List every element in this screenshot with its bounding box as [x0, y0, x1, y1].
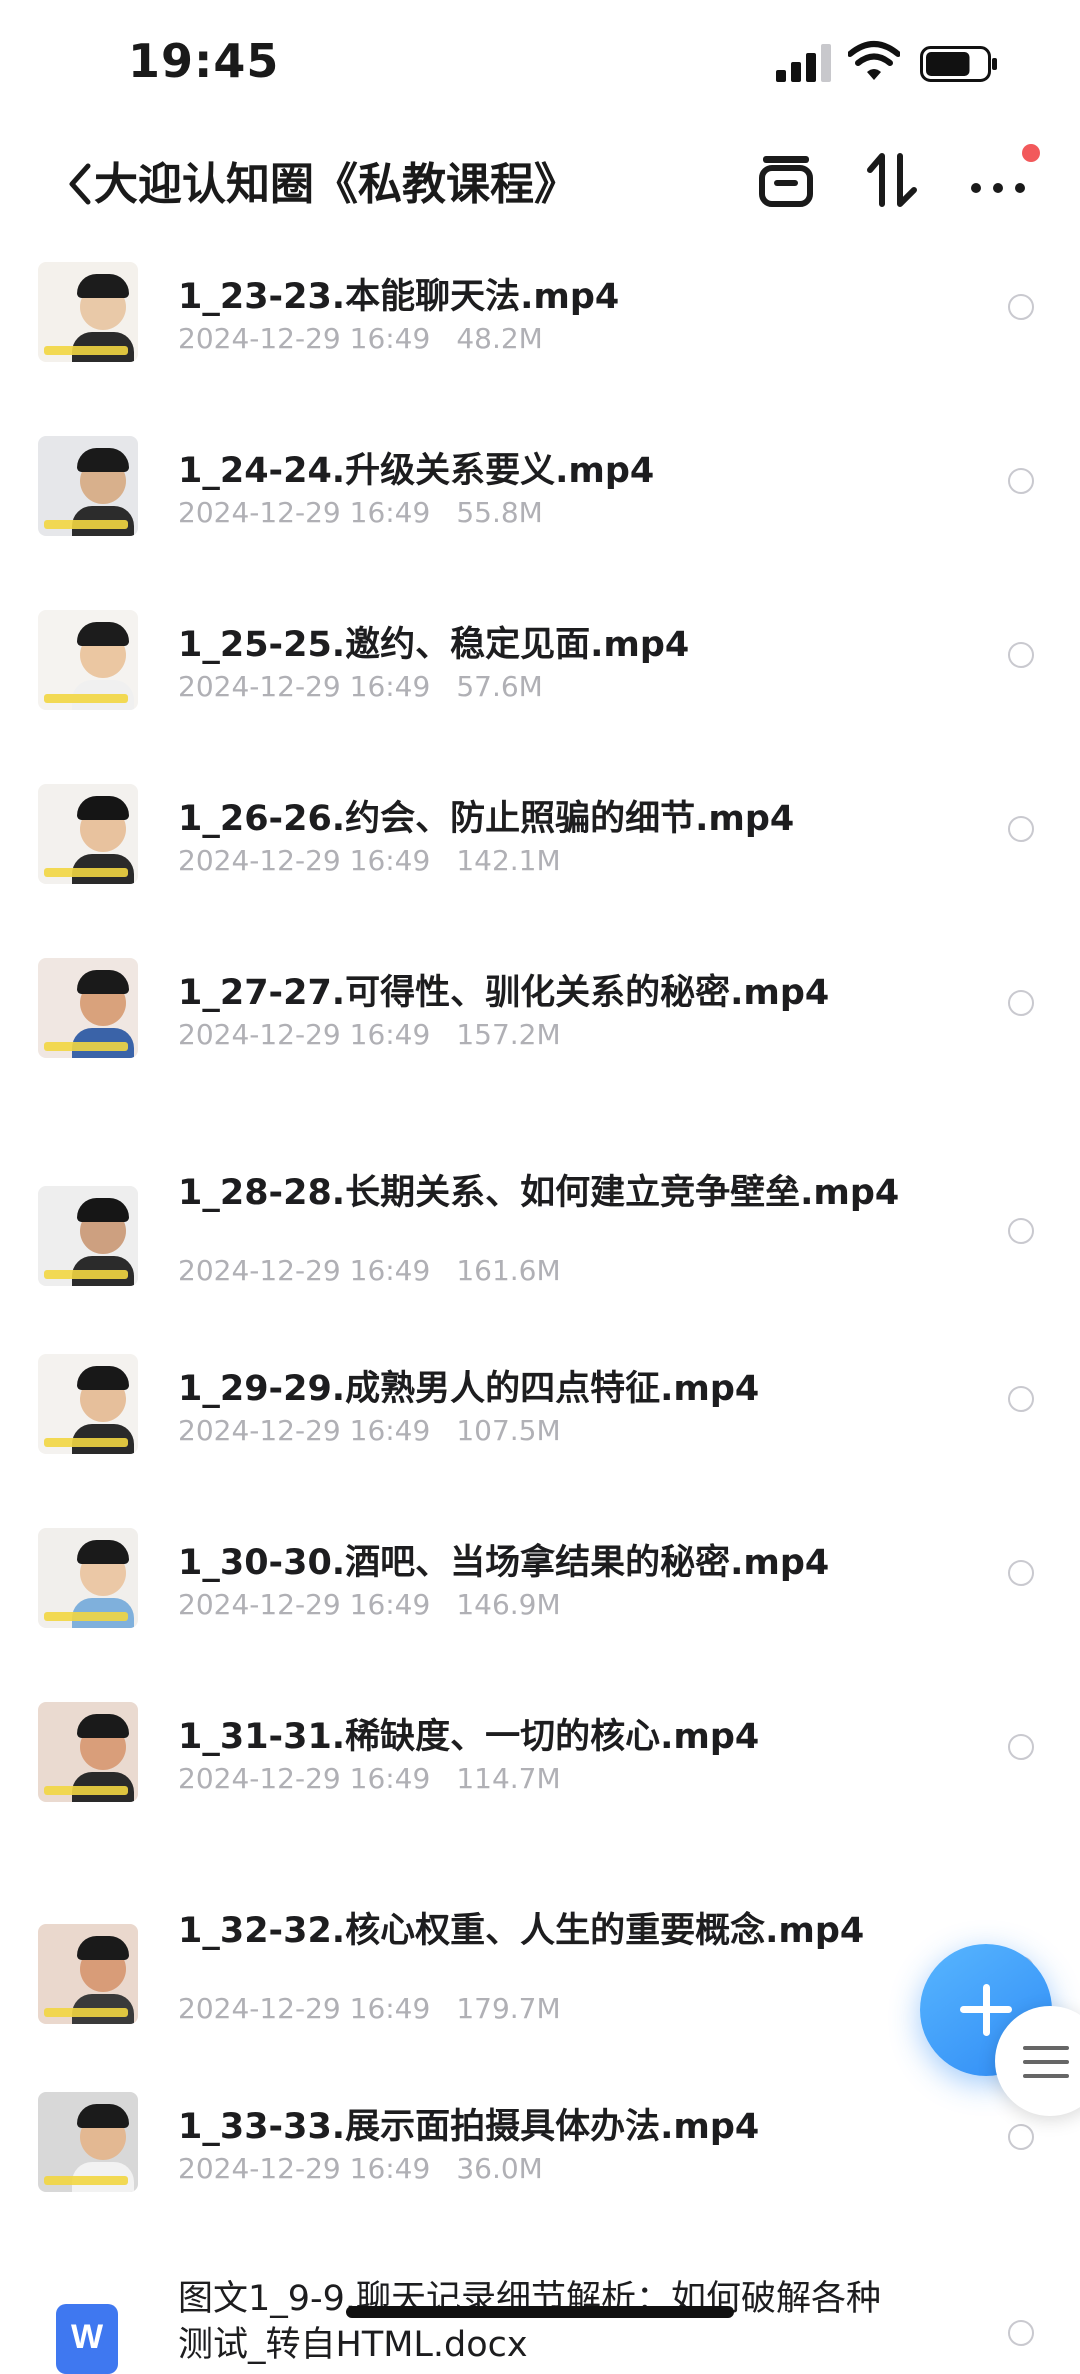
file-meta: 2024-12-29 16:49 142.1M — [178, 844, 561, 877]
file-date: 2024-12-29 16:49 — [178, 1018, 431, 1051]
file-meta: 2024-12-29 16:49 107.5M — [178, 1414, 561, 1447]
video-thumbnail — [38, 610, 138, 710]
file-meta: 2024-12-29 16:49 48.2M — [178, 322, 543, 355]
select-radio[interactable] — [1008, 1386, 1034, 1412]
list-item[interactable]: 1_28-28.长期关系、如何建立竞争壁垒.mp4 2024-12-29 16:… — [0, 1146, 1080, 1342]
list-item-docx[interactable]: W 图文1_9-9.聊天记录细节解析：如何破解各种 测试_转自HTML.docx — [0, 2260, 1080, 2374]
wifi-icon — [848, 41, 900, 80]
file-date: 2024-12-29 16:49 — [178, 1762, 431, 1795]
file-size: 36.0M — [456, 2152, 543, 2185]
file-size: 57.6M — [456, 670, 543, 703]
file-name: 1_28-28.长期关系、如何建立竞争壁垒.mp4 — [178, 1173, 900, 1213]
file-name: 1_29-29.成熟男人的四点特征.mp4 — [178, 1369, 760, 1409]
file-name: 1_30-30.酒吧、当场拿结果的秘密.mp4 — [178, 1543, 830, 1583]
file-meta: 2024-12-29 16:49 161.6M — [178, 1254, 561, 1287]
select-radio[interactable] — [1008, 1218, 1034, 1244]
select-radio[interactable] — [1008, 468, 1034, 494]
file-size: 55.8M — [456, 496, 543, 529]
file-meta: 2024-12-29 16:49 36.0M — [178, 2152, 543, 2185]
list-item[interactable]: 1_30-30.酒吧、当场拿结果的秘密.mp4 2024-12-29 16:49… — [0, 1516, 1080, 1690]
file-meta: 2024-12-29 16:49 57.6M — [178, 670, 543, 703]
file-date: 2024-12-29 16:49 — [178, 1414, 431, 1447]
status-time: 19:45 — [128, 34, 280, 88]
file-size: 107.5M — [456, 1414, 561, 1447]
notification-dot — [1022, 144, 1040, 162]
select-radio[interactable] — [1008, 642, 1034, 668]
file-name: 1_26-26.约会、防止照骗的细节.mp4 — [178, 799, 795, 839]
list-item[interactable]: 1_31-31.稀缺度、一切的核心.mp4 2024-12-29 16:49 11… — [0, 1690, 1080, 1884]
menu-lines-icon — [1023, 2046, 1069, 2078]
file-name-line2: 测试_转自HTML.docx — [178, 2325, 528, 2365]
list-item[interactable]: 1_26-26.约会、防止照骗的细节.mp4 2024-12-29 16:49 1… — [0, 772, 1080, 946]
file-name: 1_25-25.邀约、稳定见面.mp4 — [178, 625, 690, 665]
select-radio[interactable] — [1008, 294, 1034, 320]
list-item[interactable]: 1_29-29.成熟男人的四点特征.mp4 2024-12-29 16:49 10… — [0, 1342, 1080, 1516]
file-size: 142.1M — [456, 844, 561, 877]
nav-bar: 大迎认知圈《私教课程》 — [0, 130, 1080, 250]
word-document-icon: W — [56, 2304, 118, 2374]
file-name: 1_23-23.本能聊天法.mp4 — [178, 277, 620, 317]
file-date: 2024-12-29 16:49 — [178, 322, 431, 355]
video-thumbnail — [38, 1354, 138, 1454]
list-item[interactable]: 1_23-23.本能聊天法.mp4 2024-12-29 16:49 48.2M — [0, 250, 1080, 424]
file-date: 2024-12-29 16:49 — [178, 2152, 431, 2185]
file-meta: 2024-12-29 16:49 146.9M — [178, 1588, 561, 1621]
battery-icon — [920, 46, 997, 82]
file-date: 2024-12-29 16:49 — [178, 844, 431, 877]
video-thumbnail — [38, 958, 138, 1058]
list-item[interactable]: 1_24-24.升级关系要义.mp4 2024-12-29 16:49 55.8M — [0, 424, 1080, 598]
file-name: 1_31-31.稀缺度、一切的核心.mp4 — [178, 1717, 760, 1757]
file-date: 2024-12-29 16:49 — [178, 1588, 431, 1621]
file-size: 146.9M — [456, 1588, 561, 1621]
file-meta: 2024-12-29 16:49 55.8M — [178, 496, 543, 529]
file-meta: 2024-12-29 16:49 179.7M — [178, 1992, 561, 2025]
file-meta: 2024-12-29 16:49 157.2M — [178, 1018, 561, 1051]
file-name: 1_32-32.核心权重、人生的重要概念.mp4 — [178, 1911, 865, 1951]
file-size: 114.7M — [456, 1762, 561, 1795]
file-size: 161.6M — [456, 1254, 561, 1287]
page-title: 大迎认知圈《私教课程》 — [94, 159, 578, 210]
select-radio[interactable] — [1008, 1560, 1034, 1586]
file-name: 1_33-33.展示面拍摄具体办法.mp4 — [178, 2107, 760, 2147]
select-radio[interactable] — [1008, 816, 1034, 842]
select-radio[interactable] — [1008, 2320, 1034, 2346]
file-date: 2024-12-29 16:49 — [178, 670, 431, 703]
select-all-icon[interactable] — [750, 144, 822, 216]
file-size: 48.2M — [456, 322, 543, 355]
video-thumbnail — [38, 1702, 138, 1802]
select-radio[interactable] — [1008, 1734, 1034, 1760]
list-item[interactable]: 1_33-33.展示面拍摄具体办法.mp4 2024-12-29 16:49 36… — [0, 2080, 1080, 2260]
video-thumbnail — [38, 262, 138, 362]
file-size: 179.7M — [456, 1992, 561, 2025]
file-date: 2024-12-29 16:49 — [178, 1254, 431, 1287]
video-thumbnail — [38, 784, 138, 884]
list-item[interactable]: 1_25-25.邀约、稳定见面.mp4 2024-12-29 16:49 57.6… — [0, 598, 1080, 772]
home-indicator — [346, 2306, 734, 2318]
file-date: 2024-12-29 16:49 — [178, 496, 431, 529]
select-radio[interactable] — [1008, 2124, 1034, 2150]
sort-icon[interactable] — [856, 144, 928, 216]
video-thumbnail — [38, 1186, 138, 1286]
status-bar: 19:45 — [0, 0, 1080, 130]
video-thumbnail — [38, 436, 138, 536]
video-thumbnail — [38, 2092, 138, 2192]
word-icon-letter: W — [70, 2318, 104, 2356]
cellular-signal-icon — [776, 44, 831, 82]
file-name: 1_24-24.升级关系要义.mp4 — [178, 451, 655, 491]
file-name: 1_27-27.可得性、驯化关系的秘密.mp4 — [178, 973, 830, 1013]
file-meta: 2024-12-29 16:49 114.7M — [178, 1762, 561, 1795]
video-thumbnail — [38, 1924, 138, 2024]
video-thumbnail — [38, 1528, 138, 1628]
file-size: 157.2M — [456, 1018, 561, 1051]
list-item[interactable]: 1_27-27.可得性、驯化关系的秘密.mp4 2024-12-29 16:49… — [0, 946, 1080, 1146]
select-radio[interactable] — [1008, 990, 1034, 1016]
list-item[interactable]: 1_32-32.核心权重、人生的重要概念.mp4 2024-12-29 16:4… — [0, 1884, 1080, 2080]
file-date: 2024-12-29 16:49 — [178, 1992, 431, 2025]
